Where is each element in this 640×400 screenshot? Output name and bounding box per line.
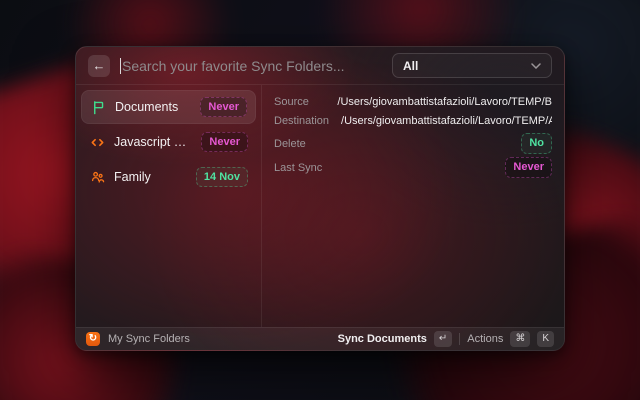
source-path: /Users/giovambattistafazioli/Lavoro/TEMP… bbox=[321, 96, 552, 108]
detail-row-delete: Delete No bbox=[274, 133, 552, 154]
detail-label: Source bbox=[274, 96, 309, 108]
app-name: My Sync Folders bbox=[108, 333, 190, 345]
flag-icon bbox=[90, 99, 106, 115]
last-sync-badge: 14 Nov bbox=[196, 167, 248, 187]
actions-menu-button[interactable]: Actions bbox=[467, 333, 503, 345]
detail-row-source: Source /Users/giovambattistafazioli/Lavo… bbox=[274, 93, 552, 111]
footer-divider bbox=[459, 333, 460, 345]
family-icon bbox=[89, 169, 105, 185]
list-item-label: Documents bbox=[115, 100, 191, 114]
code-icon bbox=[89, 134, 105, 150]
text-caret bbox=[120, 58, 121, 74]
delete-badge: No bbox=[521, 133, 552, 153]
return-key-icon[interactable]: ↵ bbox=[434, 331, 452, 347]
detail-label: Delete bbox=[274, 138, 306, 150]
back-arrow-icon: ← bbox=[93, 59, 106, 72]
destination-path: /Users/giovambattistafazioli/Lavoro/TEMP… bbox=[341, 115, 552, 127]
sync-app-icon: ↻ bbox=[86, 332, 100, 346]
list-item-label: Family bbox=[114, 170, 187, 184]
list-item-label: Javascript Source C... bbox=[114, 135, 192, 149]
command-key-icon: ⌘ bbox=[510, 331, 530, 347]
search-input[interactable] bbox=[122, 58, 382, 74]
list-item-documents[interactable]: Documents Never bbox=[81, 90, 256, 124]
list-item-family[interactable]: Family 14 Nov bbox=[81, 160, 256, 194]
primary-action-button[interactable]: Sync Documents bbox=[338, 333, 427, 345]
sync-folders-list: Documents Never Javascript Source C... N… bbox=[76, 85, 262, 327]
search-bar: ← All bbox=[76, 47, 564, 85]
detail-row-destination: Destination /Users/giovambattistafazioli… bbox=[274, 112, 552, 130]
back-button[interactable]: ← bbox=[88, 55, 110, 77]
list-item-javascript-source[interactable]: Javascript Source C... Never bbox=[81, 125, 256, 159]
chevron-down-icon bbox=[531, 63, 541, 69]
detail-label: Last Sync bbox=[274, 162, 322, 174]
search-field-wrap bbox=[120, 58, 382, 74]
k-key-icon: K bbox=[537, 331, 554, 347]
status-bar: ↻ My Sync Folders Sync Documents ↵ Actio… bbox=[76, 327, 564, 350]
detail-row-last-sync: Last Sync Never bbox=[274, 157, 552, 178]
content-area: Documents Never Javascript Source C... N… bbox=[76, 85, 564, 327]
last-sync-badge: Never bbox=[201, 132, 248, 152]
raycast-window: ← All Documents Never bbox=[75, 46, 565, 351]
filter-dropdown-value: All bbox=[403, 59, 418, 73]
filter-dropdown[interactable]: All bbox=[392, 53, 552, 78]
last-sync-detail-badge: Never bbox=[505, 157, 552, 177]
footer-actions: Sync Documents ↵ Actions ⌘ K bbox=[338, 331, 554, 347]
detail-panel: Source /Users/giovambattistafazioli/Lavo… bbox=[262, 85, 564, 327]
last-sync-badge: Never bbox=[200, 97, 247, 117]
detail-label: Destination bbox=[274, 115, 329, 127]
